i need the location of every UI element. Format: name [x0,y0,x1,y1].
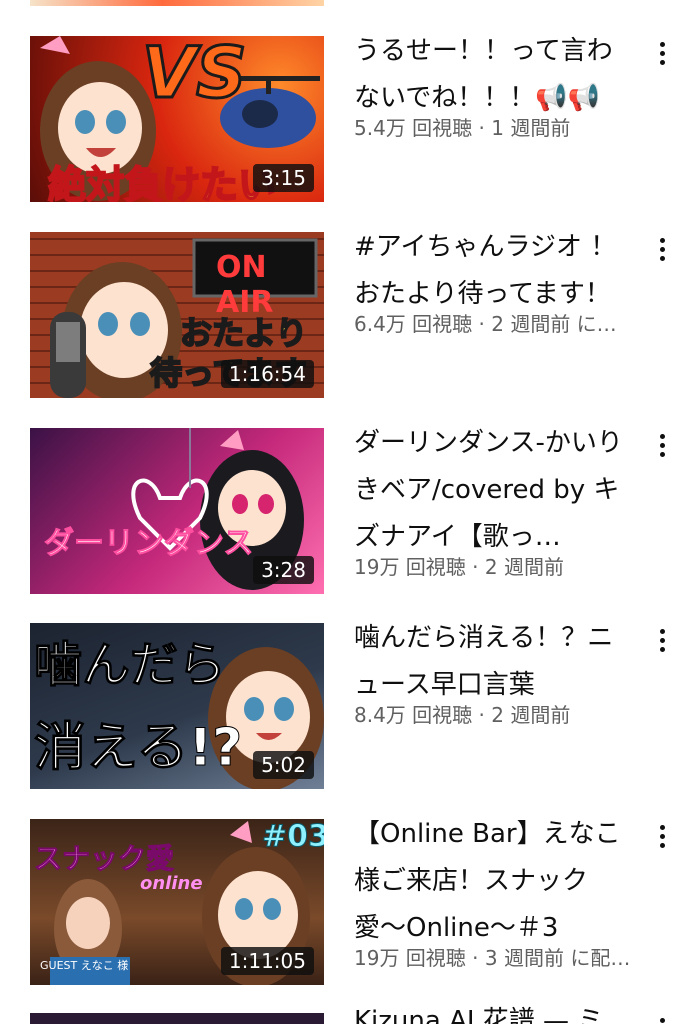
video-thumbnail[interactable]: 噛んだら 消える!? 5:02 [30,623,324,789]
previous-video-thumbnail-partial[interactable] [30,0,324,6]
video-meta: 19万 回視聴 · 3 週間前 に配… [354,946,631,970]
video-duration: 5:02 [253,751,314,779]
video-info[interactable]: 【Online Bar】えなこ様ご来店！スナック愛〜Online〜＃3 19万 … [354,819,634,970]
thumbnail-overlay-text: 消える!? [33,718,243,779]
video-duration: 1:16:54 [220,360,314,388]
thumbnail-overlay-text: ダーリンダンス [43,526,254,562]
video-title[interactable]: 噛んだら消える！？ニュース早口言葉 [354,615,634,709]
thumbnail-overlay-text: GUEST えなこ 様 [40,959,129,972]
more-options-icon[interactable] [654,430,670,464]
thumbnail-overlay-text: #03 [262,819,324,855]
more-options-icon[interactable] [654,625,670,659]
more-options-icon[interactable] [654,234,670,268]
video-item[interactable]: #03 スナック愛 online GUEST えなこ 様 1:11:05 【On… [0,819,692,989]
video-thumbnail[interactable]: VS 絶対負けたい 3:15 [30,36,324,202]
video-meta: 6.4万 回視聴 · 2 週間前 に… [354,312,617,336]
thumbnail-overlay-text: online [140,873,203,894]
video-duration: 3:15 [253,164,314,192]
next-video-title-partial[interactable]: Kizuna AI 花譜 — ミ [354,1006,634,1024]
more-options-icon[interactable] [654,1014,670,1024]
video-info[interactable]: 噛んだら消える！？ニュース早口言葉 8.4万 回視聴 · 2 週間前 [354,623,634,727]
thumbnail-overlay-text: 噛んだら [33,637,227,694]
more-options-icon[interactable] [654,821,670,855]
video-info[interactable]: #アイちゃんラジオ ！おたより待ってます！ 6.4万 回視聴 · 2 週間前 に… [354,232,634,336]
video-item[interactable]: ダーリンダンス 3:28 ダーリンダンス-かいりきベア/covered by キ… [0,428,692,598]
video-title[interactable]: ダーリンダンス-かいりきベア/covered by キズナアイ【歌っ… [354,420,634,561]
video-thumbnail[interactable]: ON AIR おたより 待ってます 1:16:54 [30,232,324,398]
thumbnail-overlay-text: 絶対負けたい [47,162,277,202]
video-meta: 8.4万 回視聴 · 2 週間前 [354,703,571,727]
video-feed: VS 絶対負けたい 3:15 うるせー！！って言わないでね！！！📢📢 5.4万 … [0,0,692,1024]
video-duration: 3:28 [253,556,314,584]
video-thumbnail[interactable]: ダーリンダンス 3:28 [30,428,324,594]
video-duration: 1:11:05 [220,947,314,975]
video-meta: 19万 回視聴 · 2 週間前 [354,555,564,579]
video-title[interactable]: うるせー！！って言わないでね！！！📢📢 [354,28,634,122]
more-options-icon[interactable] [654,38,670,72]
next-video-thumbnail-partial[interactable] [30,1013,324,1024]
video-item[interactable]: ON AIR おたより 待ってます 1:16:54 #アイちゃんラジオ ！おたよ… [0,232,692,402]
video-thumbnail[interactable]: #03 スナック愛 online GUEST えなこ 様 1:11:05 [30,819,324,985]
video-info[interactable]: うるせー！！って言わないでね！！！📢📢 5.4万 回視聴 · 1 週間前 [354,36,634,140]
video-title[interactable]: 【Online Bar】えなこ様ご来店！スナック愛〜Online〜＃3 [354,811,634,952]
video-info[interactable]: ダーリンダンス-かいりきベア/covered by キズナアイ【歌っ… 19万 … [354,428,634,579]
video-item[interactable]: VS 絶対負けたい 3:15 うるせー！！って言わないでね！！！📢📢 5.4万 … [0,36,692,206]
thumbnail-overlay-text: スナック愛 [33,842,175,876]
video-title[interactable]: #アイちゃんラジオ ！おたより待ってます！ [354,224,634,318]
video-item[interactable]: 噛んだら 消える!? 5:02 噛んだら消える！？ニュース早口言葉 8.4万 回… [0,623,692,793]
thumbnail-overlay-text: VS [141,36,249,116]
